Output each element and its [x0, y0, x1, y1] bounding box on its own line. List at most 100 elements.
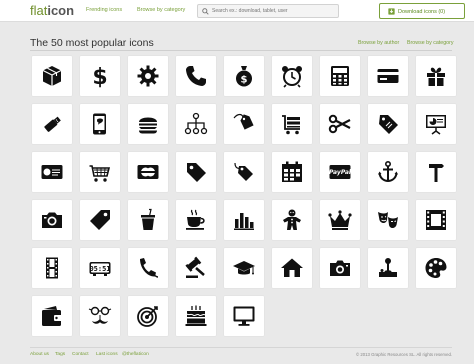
icon-tile[interactable]	[176, 296, 216, 336]
icon-tile[interactable]	[224, 200, 264, 240]
icon-tile[interactable]	[416, 248, 456, 288]
icon-tile[interactable]	[224, 104, 264, 144]
mobile-chat-icon	[93, 113, 106, 135]
icon-tile[interactable]	[80, 104, 120, 144]
price-tag-icon	[233, 113, 254, 130]
icon-tile[interactable]	[368, 56, 408, 96]
footer-link-twitter[interactable]: @theflaticon	[122, 352, 149, 357]
icon-tile[interactable]	[176, 200, 216, 240]
monitor-icon	[233, 306, 255, 326]
icon-tile[interactable]	[272, 104, 312, 144]
icon-tile[interactable]: $	[224, 56, 264, 96]
icon-tile[interactable]	[320, 56, 360, 96]
paypal-icon: PayPal	[329, 165, 352, 179]
cake-icon	[185, 305, 207, 326]
wallet-icon	[42, 306, 62, 326]
amex-card-icon	[41, 165, 63, 179]
maestro-card-icon	[137, 165, 159, 179]
footer-divider	[30, 347, 452, 348]
icon-tile[interactable]	[128, 152, 168, 192]
icon-tile[interactable]	[320, 104, 360, 144]
icon-tile[interactable]	[32, 200, 72, 240]
footer-link-about[interactable]: About us	[30, 352, 49, 357]
gingerbread-icon	[283, 209, 301, 230]
icon-tile[interactable]	[32, 56, 72, 96]
icon-tile[interactable]	[272, 248, 312, 288]
gift-icon	[427, 67, 445, 86]
icon-tile[interactable]	[32, 248, 72, 288]
icon-tile[interactable]	[80, 152, 120, 192]
target-icon	[137, 306, 158, 327]
icon-tile[interactable]	[272, 200, 312, 240]
flaticon-logo[interactable]: flaticon	[30, 3, 74, 18]
icon-tile[interactable]	[224, 248, 264, 288]
icon-tile[interactable]	[320, 200, 360, 240]
palette-icon	[425, 258, 447, 278]
icon-tile[interactable]	[176, 56, 216, 96]
icon-tile[interactable]	[368, 248, 408, 288]
nav-browse-by-category[interactable]: Browse by category	[137, 7, 185, 13]
copyright-text: © 2013 Graphic Resources SL. All rights …	[356, 352, 453, 357]
icon-tile[interactable]	[80, 296, 120, 336]
icon-tile[interactable]	[80, 200, 120, 240]
icon-tile[interactable]	[368, 200, 408, 240]
search-icon	[202, 7, 209, 15]
download-label: Download icons (0)	[398, 8, 446, 15]
svg-text:$: $	[92, 65, 107, 88]
credit-card-icon	[377, 69, 399, 83]
icon-tile[interactable]	[368, 152, 408, 192]
scissors-icon	[328, 114, 351, 134]
icon-tile[interactable]	[128, 296, 168, 336]
anchor-icon	[378, 160, 398, 183]
icon-tile[interactable]: 05:51	[80, 248, 120, 288]
icon-tile[interactable]	[128, 104, 168, 144]
theater-masks-icon	[378, 212, 398, 228]
hierarchy-icon	[184, 112, 208, 135]
nav-trending-icons[interactable]: Frending icons	[86, 7, 122, 13]
phone-icon	[186, 66, 206, 86]
icon-tile[interactable]	[416, 152, 456, 192]
page-title: The 50 most popular icons	[30, 37, 154, 49]
icon-tile[interactable]	[320, 248, 360, 288]
shopping-basket-icon	[89, 165, 111, 182]
icon-tile[interactable]	[416, 200, 456, 240]
icon-tile[interactable]	[368, 104, 408, 144]
icon-tile[interactable]	[416, 56, 456, 96]
icon-tile[interactable]	[32, 104, 72, 144]
sale-tag-icon	[379, 115, 398, 134]
download-icons-button[interactable]: Download icons (0)	[379, 3, 465, 19]
money-bag-icon: $	[236, 66, 252, 87]
digital-clock-icon: 05:51	[89, 262, 111, 276]
icon-tile[interactable]	[128, 248, 168, 288]
dollar-icon: $	[92, 65, 107, 88]
icon-tile[interactable]	[128, 56, 168, 96]
icon-tile[interactable]: PayPal	[320, 152, 360, 192]
tag-icon	[90, 210, 110, 230]
icon-tile[interactable]	[224, 296, 264, 336]
footer-link-last-icons[interactable]: Last icons	[96, 352, 118, 357]
browse-by-author-link[interactable]: Browse by author	[358, 40, 399, 46]
joystick-icon	[379, 258, 397, 277]
icon-tile[interactable]	[176, 248, 216, 288]
search-input[interactable]	[212, 6, 336, 16]
old-phone-icon	[140, 258, 159, 278]
icon-tile[interactable]	[224, 152, 264, 192]
icon-tile[interactable]	[128, 200, 168, 240]
footer-link-contact[interactable]: Contact	[72, 352, 89, 357]
icon-tile[interactable]	[176, 104, 216, 144]
coffee-cup-icon	[186, 209, 205, 230]
icon-tile[interactable]	[176, 152, 216, 192]
search-box[interactable]	[197, 4, 339, 18]
presentation-icon	[426, 115, 446, 135]
title-divider	[30, 50, 452, 51]
photo-camera-icon	[330, 260, 350, 276]
icon-tile[interactable]	[272, 152, 312, 192]
icon-tile[interactable]	[272, 56, 312, 96]
icon-tile[interactable]: $	[80, 56, 120, 96]
film-icon	[46, 257, 58, 279]
icon-tile[interactable]	[32, 152, 72, 192]
icon-tile[interactable]	[32, 296, 72, 336]
browse-by-category-link[interactable]: Browse by category	[407, 40, 454, 46]
footer-link-tags[interactable]: Tags	[55, 352, 65, 357]
icon-tile[interactable]	[416, 104, 456, 144]
